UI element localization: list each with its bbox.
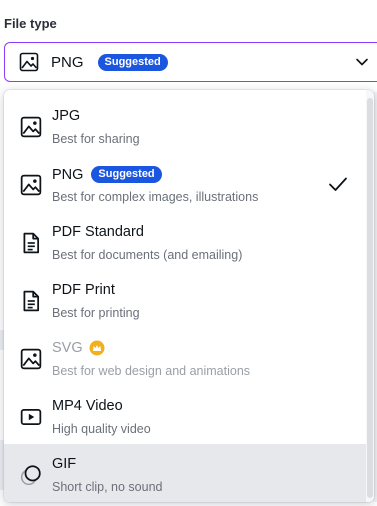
option-description: Best for web design and animations [52, 364, 251, 378]
option-gif[interactable]: GIF Short clip, no sound [4, 444, 366, 502]
image-icon [20, 348, 42, 370]
option-description: Best for sharing [52, 132, 140, 146]
document-icon [23, 232, 40, 254]
image-icon [20, 174, 42, 196]
gif-icon [20, 465, 41, 486]
option-title: MP4 Video [52, 398, 123, 414]
checkmark-icon [329, 177, 347, 191]
option-title: JPG [52, 108, 81, 124]
option-description: Best for printing [52, 306, 140, 320]
file-type-dropdown: JPG Best for sharing PNG Suggested Best … [4, 90, 374, 502]
selected-value: PNG [51, 53, 84, 71]
file-type-label: File type [4, 16, 57, 31]
image-icon [19, 52, 39, 72]
option-title: GIF [52, 456, 77, 472]
option-jpg[interactable]: JPG Best for sharing [4, 96, 366, 154]
option-title: PDF Standard [52, 224, 144, 240]
option-svg[interactable]: SVG Best for web design and animations [4, 328, 366, 386]
option-description: High quality video [52, 422, 151, 436]
scrollbar-track[interactable] [366, 90, 374, 502]
document-icon [23, 290, 40, 312]
file-type-select[interactable]: PNG Suggested [4, 42, 377, 82]
option-title: PDF Print [52, 282, 115, 298]
suggested-badge: Suggested [91, 166, 162, 183]
option-description: Best for documents (and emailing) [52, 248, 243, 262]
suggested-badge: Suggested [97, 53, 168, 71]
option-pdf-print[interactable]: PDF Print Best for printing [4, 270, 366, 328]
video-icon [20, 408, 42, 426]
option-description: Short clip, no sound [52, 480, 163, 494]
chevron-down-icon [356, 58, 368, 66]
crown-icon [89, 340, 105, 356]
option-mp4-video[interactable]: MP4 Video High quality video [4, 386, 366, 444]
option-title: PNG [52, 166, 84, 183]
image-icon [20, 116, 42, 138]
option-pdf-standard[interactable]: PDF Standard Best for documents (and ema… [4, 212, 366, 270]
option-png[interactable]: PNG Suggested Best for complex images, i… [4, 154, 366, 212]
option-title: SVG [52, 340, 83, 356]
scrollbar-thumb[interactable] [367, 98, 373, 498]
option-description: Best for complex images, illustrations [52, 190, 259, 204]
